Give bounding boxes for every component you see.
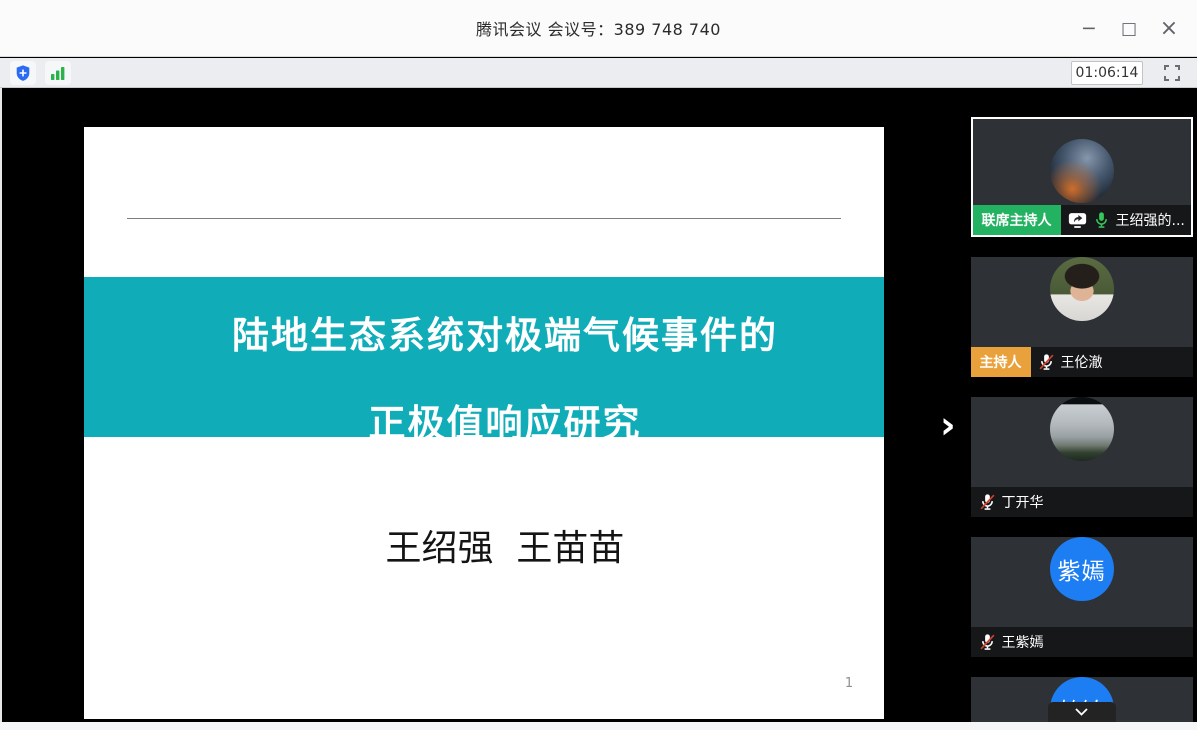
participant-tile[interactable]: 主持人 王伦澈 [971, 257, 1193, 377]
security-shield-icon[interactable] [10, 61, 36, 85]
role-badge: 联席主持人 [973, 205, 1061, 235]
meeting-timer: 01:06:14 [1071, 61, 1143, 85]
participant-info-bar: 王紫嫣 [971, 627, 1193, 657]
meeting-toolbar: 01:06:14 [0, 58, 1197, 88]
shield-plus-icon [14, 64, 32, 82]
window-controls: ─ □ × [1069, 0, 1189, 57]
collapse-panel-button[interactable] [1048, 702, 1116, 722]
participant-avatar: 紫嫣 [1050, 537, 1114, 601]
network-signal-icon[interactable] [45, 61, 71, 85]
toolbar-right-group: 01:06:14 [1071, 61, 1187, 85]
participant-tile[interactable]: 紫嫣 王紫嫣 [971, 537, 1193, 657]
meeting-window: 腾讯会议 会议号：389 748 740 ─ □ × 01:06:14 [0, 0, 1197, 730]
maximize-button[interactable]: □ [1109, 9, 1149, 49]
participant-avatar [1050, 257, 1114, 321]
shared-slide: 陆地生态系统对极端气候事件的正极值响应研究 王绍强 王苗苗 1 [84, 127, 884, 719]
mic-muted-icon [979, 633, 996, 651]
participant-avatar [1050, 139, 1114, 203]
participant-avatar [1050, 397, 1114, 461]
fullscreen-button[interactable] [1157, 61, 1187, 85]
participant-name: 王紫嫣 [1002, 632, 1044, 652]
minimize-button[interactable]: ─ [1069, 9, 1109, 49]
participant-name: 王绍强的... [1116, 210, 1185, 230]
slide-title-line1: 陆地生态系统对极端气候事件的 [232, 305, 778, 359]
slide-divider-line [127, 218, 841, 219]
role-badge: 主持人 [971, 347, 1031, 377]
chevron-down-icon [1075, 708, 1088, 716]
slide-title-banner: 陆地生态系统对极端气候事件的正极值响应研究 [84, 277, 884, 437]
participant-name: 王伦澈 [1061, 352, 1103, 372]
mic-muted-icon [979, 493, 996, 511]
participant-info-bar: 丁开华 [971, 487, 1193, 517]
slide-title-line2: 正极值响应研究 [369, 393, 642, 447]
expand-panel-chevron-icon[interactable]: › [940, 406, 956, 444]
slide-authors: 王绍强 王苗苗 [105, 519, 905, 571]
video-panel: 联席主持人 王绍强的... [966, 115, 1197, 722]
participant-info-bar: 联席主持人 王绍强的... [973, 205, 1191, 235]
title-bar: 腾讯会议 会议号：389 748 740 ─ □ × [0, 0, 1197, 57]
stage-area: 陆地生态系统对极端气候事件的正极值响应研究 王绍强 王苗苗 1 › 联席主持人 [0, 88, 1197, 722]
mic-muted-icon [1038, 353, 1055, 371]
slide-page-number: 1 [839, 676, 859, 691]
signal-bars-icon [49, 64, 67, 82]
fullscreen-corners-icon [1162, 63, 1182, 83]
close-button[interactable]: × [1149, 9, 1189, 49]
participant-info-bar: 主持人 王伦澈 [971, 347, 1193, 377]
window-title: 腾讯会议 会议号：389 748 740 [476, 16, 721, 40]
screen-share-icon [1068, 212, 1087, 229]
participant-tile[interactable]: 丁开华 [971, 397, 1193, 517]
window-bottom-edge [0, 722, 1197, 730]
mic-on-icon [1093, 211, 1110, 229]
participant-tile-list: 联席主持人 王绍强的... [966, 117, 1197, 722]
participant-name: 丁开华 [1002, 492, 1044, 512]
participant-tile[interactable]: 联席主持人 王绍强的... [971, 117, 1193, 237]
